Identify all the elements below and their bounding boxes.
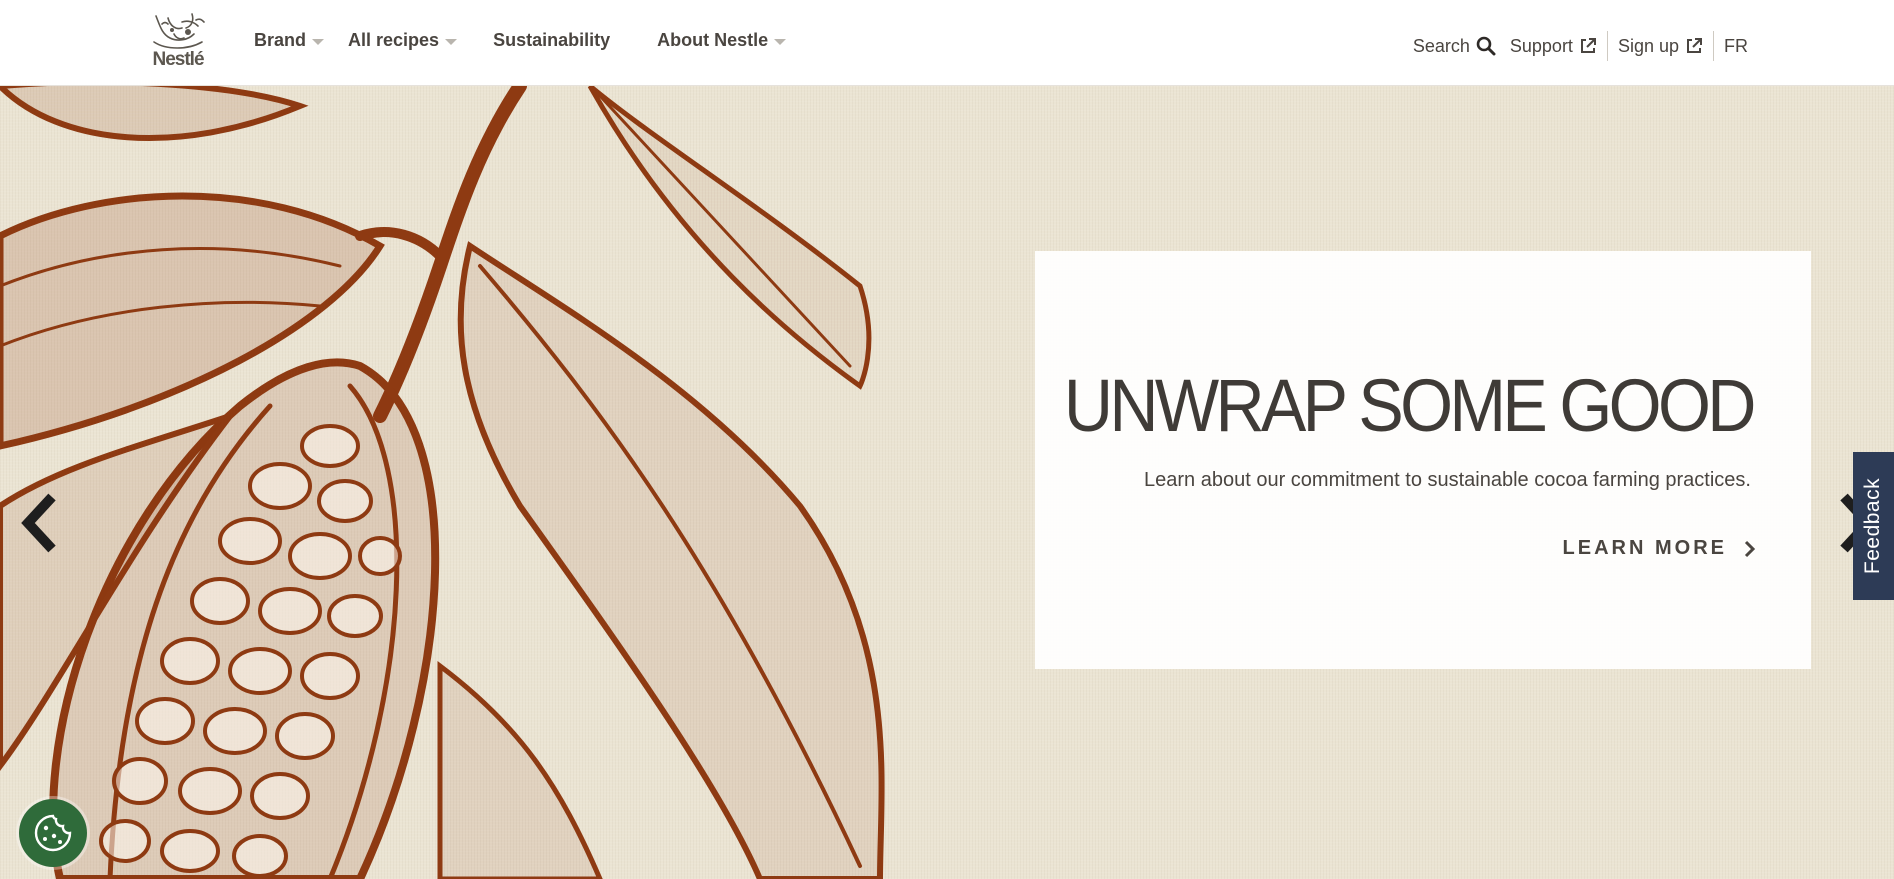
hero-title: UNWRAP SOME GOOD	[1064, 364, 1756, 447]
hero-text: Learn about our commitment to sustainabl…	[1144, 469, 1751, 491]
main-nav: Brand All recipes Sustainability About N…	[254, 30, 812, 51]
caret-down-icon	[312, 38, 325, 45]
nav-item-label: About Nestle	[657, 30, 769, 50]
cookie-settings-button[interactable]	[19, 799, 87, 867]
support-label: Support	[1509, 35, 1573, 56]
divider	[1606, 31, 1608, 61]
nav-item-sustainability[interactable]: Sustainability	[493, 30, 610, 51]
nav-item-label: Sustainability	[493, 30, 611, 50]
chevron-left-icon	[21, 493, 56, 553]
signup-label: Sign up	[1617, 35, 1679, 56]
nav-item-about-nestle[interactable]: About Nestle	[657, 30, 787, 51]
nestle-logo[interactable]: Nestlé	[146, 12, 210, 74]
learn-more-label: LEARN MORE	[1562, 537, 1727, 559]
feedback-label: Feedback	[1861, 477, 1885, 575]
external-link-icon	[1687, 38, 1702, 53]
nav-item-label: Brand	[254, 30, 307, 50]
carousel-prev-button[interactable]	[18, 491, 60, 560]
logo-wordmark: Nestlé	[152, 49, 204, 70]
nav-item-brand[interactable]: Brand	[254, 30, 325, 51]
search-button[interactable]: Search	[1413, 36, 1496, 57]
signup-link[interactable]: Sign up	[1618, 36, 1703, 57]
external-link-icon	[1580, 38, 1596, 53]
nav-item-all-recipes[interactable]: All recipes	[348, 30, 458, 51]
feedback-tab[interactable]: Feedback	[1853, 452, 1894, 600]
search-label: Search	[1412, 35, 1470, 56]
hero-carousel: UNWRAP SOME GOOD Learn about our commitm…	[0, 86, 1894, 879]
cookie-icon	[34, 814, 72, 852]
cocoa-pod-illustration	[0, 86, 885, 879]
site-header: Nestlé Brand All recipes Sustainability …	[0, 0, 1894, 86]
nestle-logo-icon	[153, 13, 205, 49]
chevron-right-icon	[1744, 540, 1756, 557]
caret-down-icon	[774, 38, 787, 45]
divider	[1713, 31, 1714, 61]
nav-item-label: All recipes	[348, 30, 440, 50]
learn-more-link[interactable]: LEARN MORE	[1563, 537, 1757, 560]
caret-down-icon	[445, 38, 458, 45]
search-icon	[1476, 36, 1496, 56]
language-label: FR	[1724, 35, 1748, 56]
support-link[interactable]: Support	[1510, 36, 1597, 57]
language-switch-fr[interactable]: FR	[1724, 36, 1748, 57]
hero-card: UNWRAP SOME GOOD Learn about our commitm…	[1035, 251, 1811, 669]
utility-nav: Search Support Sign up FR	[1413, 31, 1748, 61]
